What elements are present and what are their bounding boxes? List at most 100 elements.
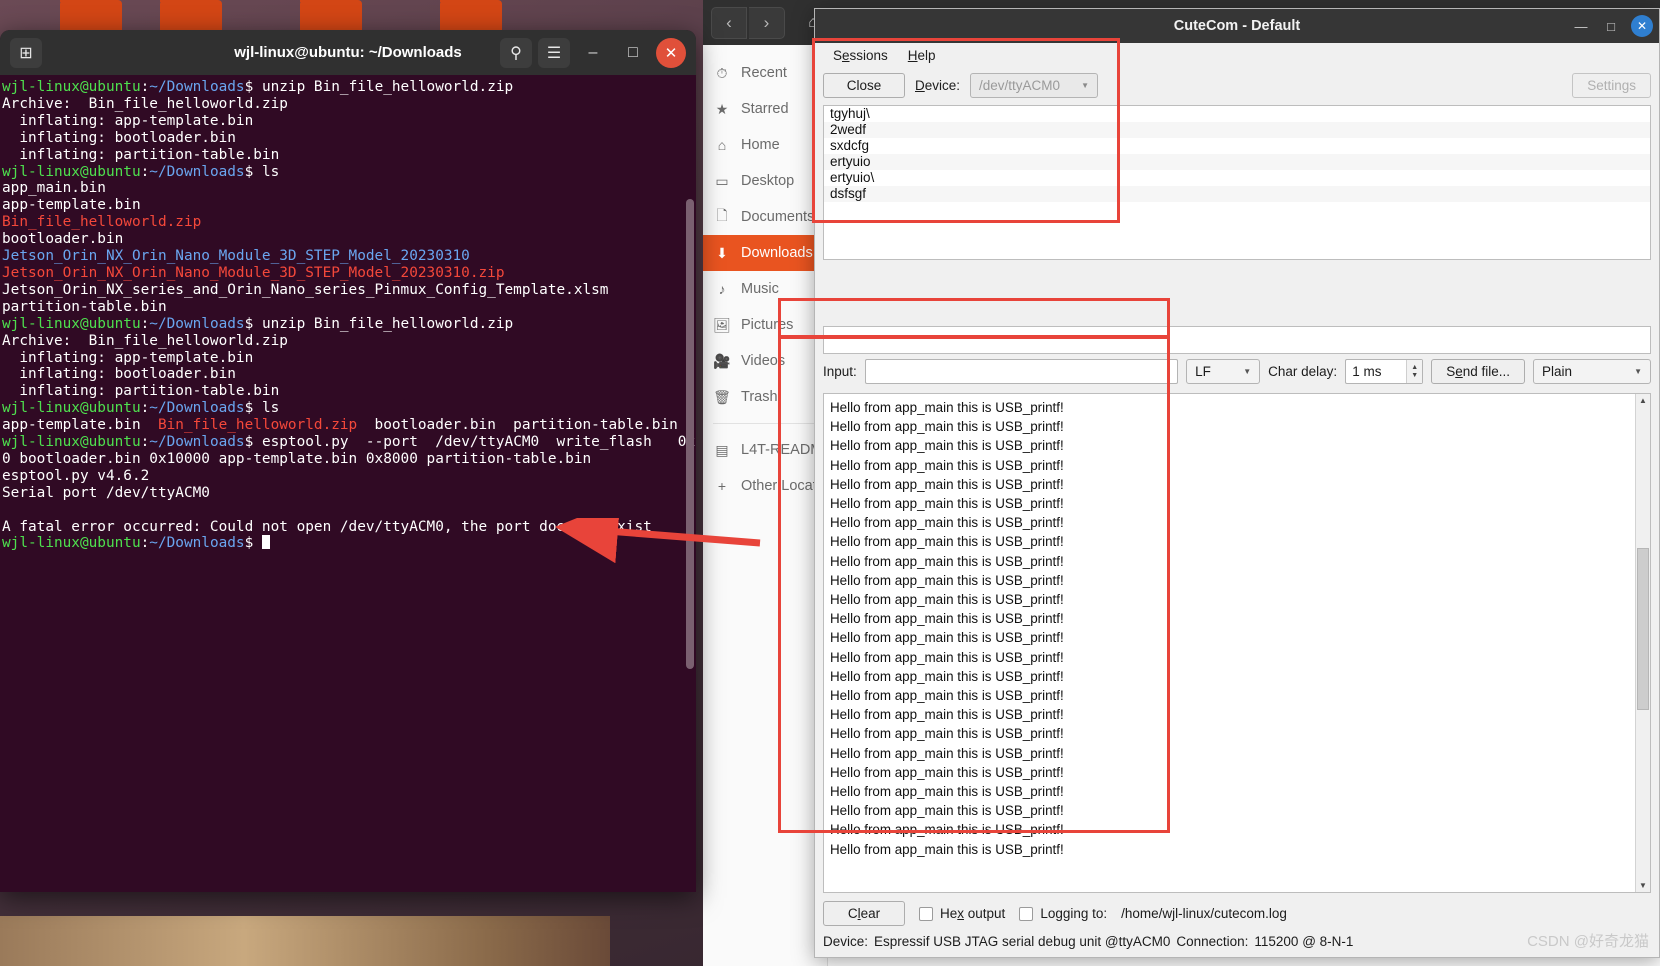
document-icon: 🗋 bbox=[716, 207, 728, 223]
sidebar-item-label: Videos bbox=[741, 353, 786, 369]
sidebar-item-videos[interactable]: 🎥 Videos bbox=[703, 343, 827, 379]
scroll-down-icon[interactable]: ▼ bbox=[1639, 881, 1647, 890]
scrollbar-thumb[interactable] bbox=[686, 199, 694, 669]
output-scrollbar[interactable]: ▲ ▼ bbox=[1635, 394, 1650, 892]
stepper-arrows-icon[interactable]: ▲ ▼ bbox=[1406, 360, 1423, 383]
terminal-titlebar: ⊞ wjl-linux@ubuntu: ~/Downloads ⚲ ☰ – □ … bbox=[0, 30, 696, 75]
session-history-list[interactable]: tgyhuj\ 2wedf sxdcfg ertyuio ertyuio\ ds… bbox=[823, 105, 1651, 260]
logging-label: Logging to: bbox=[1040, 906, 1108, 921]
line-ending-select[interactable]: LF ▼ bbox=[1186, 359, 1261, 384]
input-field[interactable] bbox=[864, 359, 1179, 384]
sidebar-item-documents[interactable]: 🗋 Documents bbox=[703, 199, 827, 235]
scroll-up-icon[interactable]: ▲ bbox=[1639, 396, 1647, 405]
output-line: Hello from app_main this is USB_printf! bbox=[830, 457, 1064, 473]
sidebar-item-label: Recent bbox=[741, 65, 787, 81]
protocol-select[interactable]: Plain ▼ bbox=[1533, 359, 1651, 384]
scrollbar-thumb[interactable] bbox=[1637, 547, 1649, 710]
sidebar-item-trash[interactable]: 🗑 Trash bbox=[703, 379, 827, 415]
menu-sessions[interactable]: Sessions bbox=[825, 46, 896, 65]
checkbox-icon[interactable] bbox=[1019, 906, 1034, 921]
output-line: Hello from app_main this is USB_printf! bbox=[830, 745, 1064, 761]
cutecom-menubar: Sessions Help bbox=[815, 43, 1659, 67]
command-preview-box[interactable] bbox=[823, 326, 1651, 354]
home-icon: ⌂ bbox=[717, 137, 727, 153]
input-controls-row: Input: LF ▼ Char delay: 1 ms ▲ ▼ Se nd fil… bbox=[815, 354, 1659, 389]
forward-arrow-icon[interactable]: › bbox=[749, 6, 785, 39]
char-delay-stepper[interactable]: 1 ms ▲ ▼ bbox=[1345, 359, 1424, 384]
plus-icon: + bbox=[717, 478, 727, 494]
hex-output-checkbox[interactable]: Hex output bbox=[919, 906, 1005, 921]
terminal-body[interactable]: wjl-linux@ubuntu:~/Downloads$ unzip Bin_… bbox=[0, 75, 696, 892]
list-item[interactable]: ertyuio bbox=[824, 154, 1650, 170]
maximize-icon[interactable]: □ bbox=[1601, 19, 1621, 34]
list-item[interactable]: sxdcfg bbox=[824, 138, 1650, 154]
protocol-value: Plain bbox=[1542, 364, 1573, 379]
sidebar-item-downloads[interactable]: ⬇ Downloads bbox=[703, 235, 827, 271]
desktop-photo bbox=[0, 916, 610, 966]
device-select[interactable]: /dev/ttyACM0 ▼ bbox=[970, 72, 1099, 98]
sidebar-item-pictures[interactable]: 🖼 Pictures bbox=[703, 307, 827, 343]
output-line: Hello from app_main this is USB_printf! bbox=[830, 400, 1064, 415]
logging-checkbox[interactable]: Logging to: bbox=[1019, 906, 1107, 921]
cutecom-toolbar: Close Device: /dev/ttyACM0 ▼ Settings bbox=[815, 67, 1659, 103]
sidebar-item-label: Trash bbox=[741, 389, 778, 405]
close-icon[interactable]: ✕ bbox=[1631, 15, 1653, 37]
sidebar-item-music[interactable]: ♪ Music bbox=[703, 271, 827, 307]
status-device-label: Device: bbox=[823, 934, 869, 949]
output-line: Hello from app_main this is USB_printf! bbox=[830, 707, 1064, 723]
sidebar-item-label: Pictures bbox=[741, 317, 794, 333]
back-arrow-icon[interactable]: ‹ bbox=[711, 6, 747, 39]
output-controls-row: Cl ear Hex output Logging to: /home/wjl-l… bbox=[815, 893, 1659, 930]
device-select-value: /dev/ttyACM0 bbox=[979, 77, 1061, 93]
output-line: Hello from app_main this is USB_printf! bbox=[830, 534, 1064, 550]
sidebar-item-home[interactable]: ⌂ Home bbox=[703, 127, 827, 163]
cutecom-statusbar: Device: Espressif USB JTAG serial debug … bbox=[815, 930, 1659, 957]
device-label: Device: bbox=[915, 77, 961, 93]
checkbox-icon[interactable] bbox=[919, 906, 933, 921]
serial-output-area[interactable]: Hello from app_main this is USB_printf! … bbox=[823, 393, 1651, 893]
scrollbar-track[interactable] bbox=[1636, 405, 1650, 881]
drive-icon: ▤ bbox=[715, 441, 729, 458]
sidebar-item-other-locations[interactable]: + Other Locations bbox=[703, 468, 843, 504]
status-connection-value: 115200 @ 8-N-1 bbox=[1254, 934, 1354, 949]
list-item[interactable]: 2wedf bbox=[824, 122, 1650, 138]
serial-output-lines: Hello from app_main this is USB_printf! … bbox=[824, 394, 1635, 892]
sidebar-item-desktop[interactable]: ▭ Desktop bbox=[703, 163, 827, 199]
toolbar-spacer bbox=[815, 260, 1659, 326]
terminal-output: wjl-linux@ubuntu:~/Downloads$ unzip Bin_… bbox=[2, 79, 696, 552]
image-icon: 🖼 bbox=[713, 316, 731, 333]
close-session-button[interactable]: Close bbox=[823, 72, 905, 98]
output-line: Hello from app_main this is USB_printf! bbox=[830, 649, 1064, 665]
sidebar-item-label: Starred bbox=[741, 101, 789, 117]
list-item[interactable]: tgyhuj\ bbox=[824, 106, 1650, 122]
sidebar-divider bbox=[713, 423, 817, 424]
settings-button[interactable]: Settings bbox=[1572, 72, 1651, 98]
list-item[interactable]: dsfsgf bbox=[824, 186, 1650, 202]
output-line: Hello from app_main this is USB_printf! bbox=[830, 630, 1064, 646]
minimize-icon[interactable]: – bbox=[576, 38, 610, 68]
search-icon[interactable]: ⚲ bbox=[500, 37, 532, 68]
maximize-icon[interactable]: □ bbox=[616, 38, 650, 68]
status-connection-label: Connection: bbox=[1176, 934, 1249, 949]
new-tab-icon[interactable]: ⊞ bbox=[10, 37, 42, 68]
sidebar-item-recent[interactable]: ⏱ Recent bbox=[703, 55, 827, 91]
download-icon: ⬇ bbox=[716, 244, 728, 261]
terminal-scrollbar[interactable] bbox=[686, 79, 694, 892]
clear-button[interactable]: Cl ear bbox=[823, 901, 905, 926]
output-line: Hello from app_main this is USB_printf! bbox=[830, 784, 1064, 800]
hamburger-menu-icon[interactable]: ☰ bbox=[538, 37, 570, 68]
send-file-button[interactable]: Se nd file... bbox=[1431, 359, 1525, 384]
output-line: Hello from app_main this is USB_printf! bbox=[830, 515, 1064, 531]
output-line: Hello from app_main this is USB_printf! bbox=[830, 553, 1064, 569]
sidebar-item-l4t-readme[interactable]: ▤ L4T-README bbox=[703, 432, 832, 468]
char-delay-label: Char delay: bbox=[1268, 364, 1338, 379]
music-icon: ♪ bbox=[718, 281, 726, 297]
minimize-icon[interactable]: — bbox=[1571, 19, 1591, 34]
output-line: Hello from app_main this is USB_printf! bbox=[830, 496, 1064, 512]
output-line: Hello from app_main this is USB_printf! bbox=[830, 822, 1064, 838]
sidebar-item-starred[interactable]: ★ Starred bbox=[703, 91, 827, 127]
output-line: Hello from app_main this is USB_printf! bbox=[830, 419, 1064, 435]
list-item[interactable]: ertyuio\ bbox=[824, 170, 1650, 186]
menu-help[interactable]: Help bbox=[900, 46, 944, 65]
close-icon[interactable]: ✕ bbox=[656, 37, 686, 68]
